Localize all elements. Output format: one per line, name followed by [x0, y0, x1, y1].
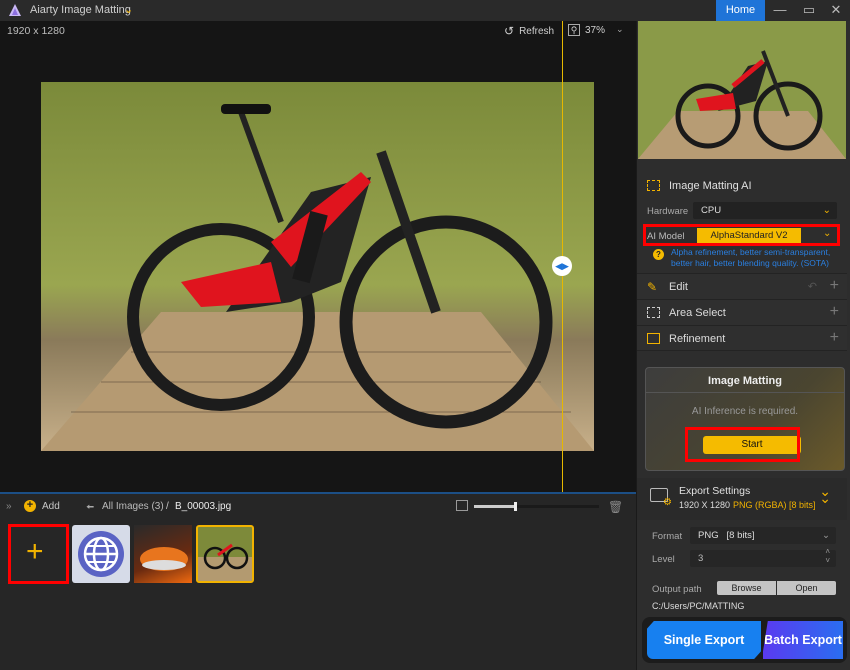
browse-button[interactable]: Browse [717, 581, 776, 595]
image-canvas[interactable]: 1920 x 1280 ↺ Refresh ⚲ 37% ⌄ ◀▶ [0, 21, 636, 492]
main-photo [41, 82, 594, 451]
output-path-value: C:/Users/PC/MATTING [652, 601, 745, 611]
breadcrumb-file: B_00003.jpg [175, 501, 232, 512]
title-bar: Aiarty Image Matting ⌄ Home — ▭ ✕ [0, 0, 850, 21]
back-arrow-icon[interactable]: 🠨 [86, 500, 94, 517]
app-menu-chevron-icon[interactable]: ⌄ [124, 3, 133, 16]
matting-ai-title: Image Matting AI [669, 180, 752, 192]
refinement-icon [647, 333, 660, 344]
area-select-icon [647, 307, 660, 318]
zoom-dropdown-chevron-icon[interactable]: ⌄ [616, 24, 624, 35]
hardware-chevron-icon: ⌄ [822, 205, 831, 216]
add-button[interactable]: Add [42, 501, 60, 512]
collapse-export-icon[interactable]: ⌄ ⌄ [819, 484, 831, 505]
thumbnail-globe[interactable] [72, 525, 130, 583]
hardware-select[interactable]: CPU ⌄ [693, 202, 837, 219]
help-icon[interactable]: ? [653, 249, 664, 260]
breadcrumb-root[interactable]: All Images (3) [102, 501, 164, 512]
matting-card-message: AI Inference is required. [691, 406, 799, 417]
add-icon[interactable]: + [24, 500, 36, 512]
split-arrows-icon: ◀▶ [555, 260, 569, 271]
section-refinement[interactable]: Refinement + [637, 325, 847, 351]
format-label: Format [652, 531, 683, 542]
hardware-label: Hardware [647, 206, 689, 217]
section-refinement-label: Refinement [669, 333, 726, 345]
export-gear-icon: ⚙ [663, 497, 672, 508]
thumbnail-size-icon [456, 500, 468, 511]
section-edit-label: Edit [669, 281, 688, 293]
export-settings-header[interactable]: ⚙ Export Settings 1920 X 1280 PNG (RGBA)… [637, 478, 847, 520]
minimize-icon[interactable]: — [766, 0, 794, 21]
format-select[interactable]: PNG [8 bits] ⌄ [690, 527, 836, 544]
hardware-value: CPU [701, 205, 722, 216]
edit-icon: ✎ [647, 280, 658, 294]
ai-model-description: Alpha refinement, better semi-transparen… [671, 247, 831, 268]
single-export-button[interactable]: Single Export [647, 621, 761, 659]
expand-edit-icon[interactable]: + [830, 277, 839, 295]
delete-icon[interactable]: 🗑 [608, 500, 623, 514]
export-format-summary: PNG (RGBA) [8 bits] [733, 500, 816, 510]
level-stepper-arrows-icon[interactable]: ˄ ˅ [825, 547, 830, 565]
highlight-ai-model [643, 224, 840, 246]
export-settings-title: Export Settings [679, 485, 751, 497]
image-dimensions: 1920 x 1280 [7, 25, 65, 37]
section-area-select-label: Area Select [669, 307, 726, 319]
slider-thumb[interactable] [514, 502, 517, 511]
image-matting-card: Image Matting AI Inference is required. … [645, 367, 845, 471]
preview-thumbnail [638, 21, 846, 159]
undo-icon[interactable]: ↶ [808, 280, 817, 293]
close-icon[interactable]: ✕ [822, 0, 850, 21]
output-path-label: Output path [652, 584, 702, 595]
section-edit[interactable]: ✎ Edit ↶ + [637, 273, 847, 299]
level-stepper[interactable]: 3 ˄ ˅ [690, 547, 836, 567]
refresh-label: Refresh [519, 25, 555, 37]
maximize-icon[interactable]: ▭ [795, 0, 823, 21]
highlight-add-tile [8, 524, 69, 584]
refresh-icon: ↺ [504, 24, 515, 38]
image-gallery: » + Add 🠨 All Images (3) / B_00003.jpg 🗑… [0, 492, 636, 670]
home-button[interactable]: Home [716, 0, 765, 21]
expand-area-select-icon[interactable]: + [830, 303, 839, 321]
thumbnail-sneaker[interactable] [134, 525, 192, 583]
open-button[interactable]: Open [777, 581, 836, 595]
app-logo-icon [9, 4, 21, 16]
zoom-control[interactable]: ⚲ 37% [568, 24, 605, 36]
level-value: 3 [698, 553, 704, 564]
settings-panel: Image Matting AI Hardware CPU ⌄ AI Model… [636, 21, 850, 670]
globe-icon [78, 531, 124, 577]
zoom-fit-icon: ⚲ [568, 24, 580, 36]
breadcrumb-separator: / [166, 501, 169, 512]
batch-export-button[interactable]: Batch Export [763, 621, 843, 659]
format-value: PNG [8 bits] [698, 530, 755, 541]
thumbnail-bike-selected[interactable] [196, 525, 254, 583]
refresh-button[interactable]: ↺ Refresh [504, 24, 554, 38]
matting-ai-icon [647, 180, 660, 191]
highlight-start [685, 427, 800, 462]
level-label: Level [652, 554, 675, 565]
matting-card-title: Image Matting [708, 375, 782, 387]
thumbnail-size-slider[interactable] [474, 502, 599, 511]
format-chevron-icon: ⌄ [822, 530, 830, 541]
section-area-select[interactable]: Area Select + [637, 299, 847, 325]
compare-split-handle[interactable]: ◀▶ [552, 256, 572, 276]
matting-card-divider [646, 392, 844, 393]
slider-fill [474, 505, 514, 508]
collapse-gallery-icon[interactable]: » [6, 501, 12, 512]
export-resolution: 1920 X 1280 [679, 500, 731, 510]
expand-refinement-icon[interactable]: + [830, 329, 839, 347]
zoom-level: 37% [585, 24, 606, 36]
app-title: Aiarty Image Matting [30, 4, 131, 16]
